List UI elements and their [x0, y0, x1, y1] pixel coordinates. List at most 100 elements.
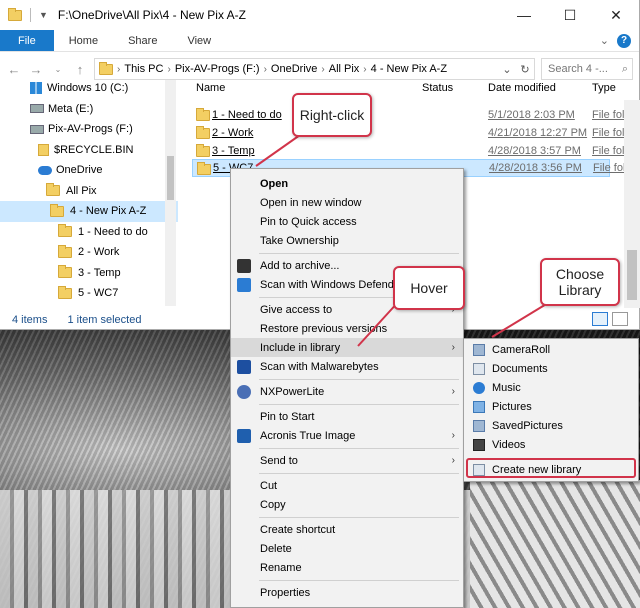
context-menu: Open Open in new window Pin to Quick acc… — [230, 168, 464, 608]
menu-item-delete[interactable]: Delete — [231, 539, 463, 558]
menu-item-create-shortcut[interactable]: Create shortcut — [231, 520, 463, 539]
breadcrumb-drive[interactable]: Pix-AV-Progs (F:) — [175, 63, 260, 75]
breadcrumb-this-pc[interactable]: This PC — [124, 63, 163, 75]
column-header-type[interactable]: Type — [592, 82, 616, 94]
chevron-right-icon[interactable]: › — [167, 64, 170, 75]
menu-item-restore-versions[interactable]: Restore previous versions — [231, 319, 463, 338]
nav-item-wc7[interactable]: 5 - WC7 — [0, 283, 178, 304]
nav-item-label: 4 - New Pix A-Z — [70, 205, 147, 218]
menu-item-include-library[interactable]: Include in library › — [231, 338, 463, 357]
nav-item-new-pix[interactable]: 4 - New Pix A-Z — [0, 201, 178, 222]
chevron-right-icon: › — [451, 342, 455, 353]
menu-item-label: Give access to — [260, 303, 333, 316]
file-row[interactable]: 3 - Temp 4/28/2018 3:57 PM File folder — [192, 142, 640, 160]
menu-item-label: Open — [260, 177, 289, 190]
details-view-icon[interactable] — [592, 312, 608, 326]
submenu-item-pictures[interactable]: Pictures — [464, 397, 638, 416]
malwarebytes-icon — [237, 359, 251, 374]
tab-home[interactable]: Home — [54, 30, 113, 51]
forward-icon[interactable]: → — [28, 62, 44, 77]
nav-item-work[interactable]: 2 - Work — [0, 242, 178, 263]
menu-item-nxpowerlite[interactable]: NXPowerLite › — [231, 382, 463, 401]
recycle-bin-icon — [38, 143, 49, 156]
chevron-down-icon[interactable]: ⌄ — [498, 63, 516, 76]
large-icons-view-icon[interactable] — [612, 312, 628, 326]
chevron-right-icon: › — [451, 430, 455, 441]
menu-item-take-ownership[interactable]: Take Ownership — [231, 231, 463, 250]
nav-item-meta-drive[interactable]: Meta (E:) — [0, 99, 178, 120]
breadcrumb-onedrive[interactable]: OneDrive — [271, 63, 317, 75]
file-row[interactable]: 1 - Need to do 5/1/2018 2:03 PM File fol… — [192, 106, 640, 124]
file-list-scrollbar[interactable] — [624, 100, 640, 308]
chevron-right-icon[interactable]: › — [321, 64, 324, 75]
submenu-item-cameraroll[interactable]: CameraRoll — [464, 340, 638, 359]
column-header-status[interactable]: Status — [422, 82, 453, 94]
recent-locations-icon[interactable]: ⌄ — [50, 65, 66, 74]
menu-item-rename[interactable]: Rename — [231, 558, 463, 577]
file-date: 4/28/2018 3:56 PM — [489, 162, 582, 174]
menu-item-properties[interactable]: Properties — [231, 583, 463, 602]
menu-item-open-new-window[interactable]: Open in new window — [231, 193, 463, 212]
minimize-button[interactable]: — — [501, 0, 547, 30]
menu-item-cut[interactable]: Cut — [231, 476, 463, 495]
scroll-thumb[interactable] — [627, 250, 637, 300]
column-header-date[interactable]: Date modified — [488, 82, 556, 94]
submenu-item-savedpictures[interactable]: SavedPictures — [464, 416, 638, 435]
search-icon[interactable]: ⌕ — [622, 63, 628, 76]
nav-item-all-pix[interactable]: All Pix — [0, 181, 178, 202]
tab-view[interactable]: View — [172, 30, 226, 51]
menu-item-pin-start[interactable]: Pin to Start — [231, 407, 463, 426]
nav-item-pix-drive[interactable]: Pix-AV-Progs (F:) — [0, 119, 178, 140]
help-icon[interactable]: ? — [617, 33, 631, 48]
nav-scrollbar[interactable] — [165, 80, 176, 306]
chevron-right-icon[interactable]: › — [264, 64, 267, 75]
close-button[interactable]: ✕ — [593, 0, 639, 30]
nxpowerlite-icon — [237, 384, 251, 399]
defender-icon — [237, 277, 251, 292]
up-icon[interactable]: ↑ — [72, 62, 88, 77]
folder-icon — [46, 183, 60, 197]
submenu-item-music[interactable]: Music — [464, 378, 638, 397]
search-input[interactable]: Search 4 -... ⌕ — [541, 58, 633, 80]
file-row[interactable]: 2 - Work 4/21/2018 12:27 PM File folder — [192, 124, 640, 142]
submenu-item-documents[interactable]: Documents — [464, 359, 638, 378]
expand-ribbon-icon[interactable]: ⌄ — [600, 34, 609, 47]
nav-item-windows-drive[interactable]: Windows 10 (C:) — [0, 78, 178, 99]
library-icon — [473, 343, 485, 356]
menu-separator — [259, 517, 459, 518]
scroll-thumb[interactable] — [167, 156, 174, 200]
address-field[interactable]: › This PC › Pix-AV-Progs (F:) › OneDrive… — [94, 58, 535, 80]
breadcrumb-all-pix[interactable]: All Pix — [329, 63, 360, 75]
nav-item-need-to-do[interactable]: 1 - Need to do — [0, 222, 178, 243]
tab-file[interactable]: File — [0, 30, 54, 51]
column-header-name[interactable]: Name — [196, 82, 225, 94]
menu-item-label: Cut — [260, 479, 278, 492]
nav-item-temp[interactable]: 3 - Temp — [0, 263, 178, 284]
nav-item-label: 5 - WC7 — [78, 287, 119, 300]
nav-item-onedrive[interactable]: OneDrive — [0, 160, 178, 181]
nav-item-recycle-bin[interactable]: $RECYCLE.BIN — [0, 140, 178, 161]
submenu-item-videos[interactable]: Videos — [464, 435, 638, 454]
back-icon[interactable]: ← — [6, 62, 22, 77]
folder-icon[interactable] — [8, 7, 22, 21]
onedrive-icon — [38, 165, 52, 175]
refresh-icon[interactable]: ↻ — [516, 63, 534, 76]
menu-item-open[interactable]: Open — [231, 174, 463, 193]
menu-separator — [259, 473, 459, 474]
chevron-right-icon[interactable]: › — [363, 64, 366, 75]
menu-item-copy[interactable]: Copy — [231, 495, 463, 514]
chevron-right-icon[interactable]: › — [117, 64, 120, 75]
menu-item-label: Delete — [260, 542, 292, 555]
menu-item-pin-quick-access[interactable]: Pin to Quick access — [231, 212, 463, 231]
menu-item-acronis[interactable]: Acronis True Image › — [231, 426, 463, 445]
maximize-button[interactable]: ☐ — [547, 0, 593, 30]
menu-item-scan-malwarebytes[interactable]: Scan with Malwarebytes — [231, 357, 463, 376]
menu-item-label: Scan with Windows Defender... — [260, 278, 413, 291]
tab-share[interactable]: Share — [113, 30, 172, 51]
breadcrumb-current[interactable]: 4 - New Pix A-Z — [371, 63, 447, 75]
windows-drive-icon — [30, 82, 42, 95]
customize-toolbar-icon[interactable]: ▼ — [39, 10, 48, 20]
menu-item-send-to[interactable]: Send to › — [231, 451, 463, 470]
acronis-icon — [237, 428, 251, 443]
callout-choose-library: Choose Library — [540, 258, 620, 306]
